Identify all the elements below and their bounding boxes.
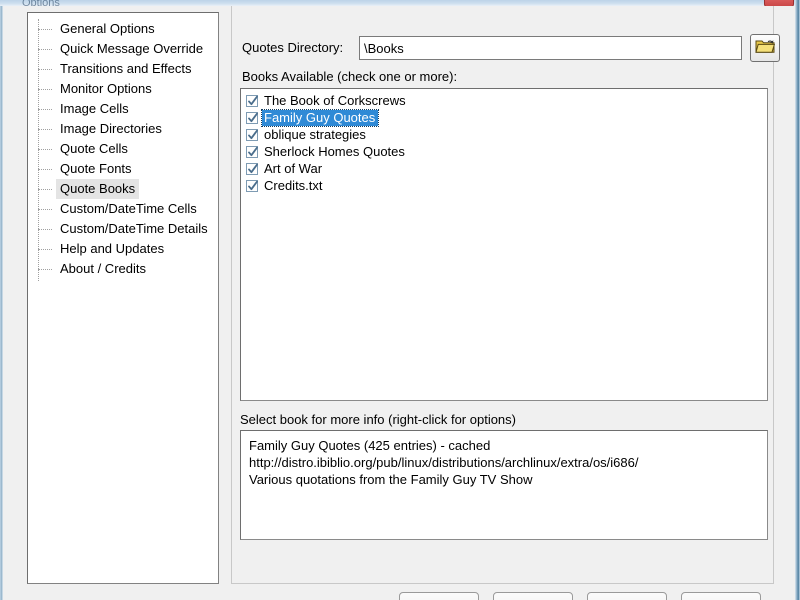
sidebar-item-image-cells[interactable]: Image Cells	[28, 99, 218, 119]
book-list-item[interactable]: The Book of Corkscrews	[241, 92, 767, 109]
tree-connector-icon	[38, 209, 52, 210]
sidebar-item-label: Transitions and Effects	[60, 61, 192, 76]
options-dialog-window: Options General Options Quick Message Ove…	[0, 0, 800, 600]
tree-connector-icon	[38, 229, 52, 230]
quotes-directory-row: Quotes Directory:	[242, 34, 780, 62]
tree-items-container: General Options Quick Message Override Tra…	[28, 13, 218, 281]
books-listbox[interactable]: The Book of Corkscrews Family Guy Quotes o…	[240, 88, 768, 401]
tree-connector-icon	[38, 89, 52, 90]
cancel-button[interactable]	[587, 592, 667, 600]
dialog-client-area: General Options Quick Message Override Tra…	[3, 6, 795, 600]
checkbox-checked-icon[interactable]	[246, 111, 258, 124]
sidebar-item-quote-cells[interactable]: Quote Cells	[28, 139, 218, 159]
sidebar-item-quote-books[interactable]: Quote Books	[28, 179, 218, 199]
sidebar-item-label: Quote Books	[56, 179, 140, 199]
quote-books-panel: Quotes Directory: Books Available (check…	[231, 6, 780, 584]
tree-connector-icon	[38, 49, 52, 50]
browse-folder-button[interactable]	[750, 34, 780, 62]
checkbox-checked-icon[interactable]	[246, 128, 258, 141]
dialog-button-bar	[3, 592, 795, 600]
sidebar-item-label: Custom/DateTime Details	[60, 221, 208, 236]
checkbox-checked-icon[interactable]	[246, 94, 258, 107]
book-info-line: Family Guy Quotes (425 entries) - cached	[249, 438, 491, 453]
sidebar-item-quick-message-override[interactable]: Quick Message Override	[28, 39, 218, 59]
book-list-item-label: The Book of Corkscrews	[264, 92, 406, 108]
checkbox-checked-icon[interactable]	[246, 145, 258, 158]
tree-connector-icon	[38, 189, 52, 190]
tree-connector-icon	[38, 149, 52, 150]
select-book-info-label: Select book for more info (right-click f…	[240, 412, 516, 427]
book-list-item-label: Sherlock Homes Quotes	[264, 143, 405, 159]
sidebar-item-custom-datetime-details[interactable]: Custom/DateTime Details	[28, 219, 218, 239]
sidebar-item-label: Quote Fonts	[60, 161, 132, 176]
sidebar-item-about-credits[interactable]: About / Credits	[28, 259, 218, 279]
checkbox-checked-icon[interactable]	[246, 162, 258, 175]
sidebar-item-label: Image Directories	[60, 121, 162, 136]
quotes-directory-input[interactable]	[359, 36, 742, 60]
sidebar-item-label: Monitor Options	[60, 81, 152, 96]
tree-connector-icon	[38, 269, 52, 270]
checkbox-checked-icon[interactable]	[246, 179, 258, 192]
book-list-item[interactable]: Art of War	[241, 160, 767, 177]
settings-nav-tree[interactable]: General Options Quick Message Override Tra…	[27, 12, 219, 584]
apply-button[interactable]	[493, 592, 573, 600]
sidebar-item-monitor-options[interactable]: Monitor Options	[28, 79, 218, 99]
tree-connector-icon	[38, 129, 52, 130]
quotes-directory-label: Quotes Directory:	[242, 40, 344, 55]
sidebar-item-label: Quote Cells	[60, 141, 128, 156]
book-list-item-label: Family Guy Quotes	[260, 108, 380, 127]
sidebar-item-general-options[interactable]: General Options	[28, 19, 218, 39]
sidebar-item-help-and-updates[interactable]: Help and Updates	[28, 239, 218, 259]
book-list-item-label: Credits.txt	[264, 177, 323, 193]
book-list-item[interactable]: Family Guy Quotes	[241, 108, 767, 127]
book-info-box[interactable]: Family Guy Quotes (425 entries) - cached…	[240, 430, 768, 540]
book-list-item-label: Art of War	[264, 160, 323, 176]
book-list-item[interactable]: Credits.txt	[241, 177, 767, 194]
sidebar-item-image-directories[interactable]: Image Directories	[28, 119, 218, 139]
book-info-line: Various quotations from the Family Guy T…	[249, 472, 533, 487]
sidebar-item-label: Help and Updates	[60, 241, 165, 256]
sidebar-item-custom-datetime-cells[interactable]: Custom/DateTime Cells	[28, 199, 218, 219]
tree-connector-icon	[38, 169, 52, 170]
books-available-label: Books Available (check one or more):	[242, 69, 458, 84]
tree-connector-icon	[38, 109, 52, 110]
sidebar-item-label: Quick Message Override	[60, 41, 204, 56]
tree-connector-icon	[38, 249, 52, 250]
open-folder-icon	[755, 37, 776, 59]
sidebar-item-label: General Options	[60, 21, 155, 36]
sidebar-item-quote-fonts[interactable]: Quote Fonts	[28, 159, 218, 179]
book-list-item[interactable]: Sherlock Homes Quotes	[241, 143, 767, 160]
book-list-item[interactable]: oblique strategies	[241, 126, 767, 143]
tree-connector-icon	[38, 29, 52, 30]
tree-connector-icon	[38, 69, 52, 70]
ok-button[interactable]	[399, 592, 479, 600]
window-border-right	[795, 0, 800, 600]
sidebar-item-label: Image Cells	[60, 101, 129, 116]
sidebar-item-label: Custom/DateTime Cells	[60, 201, 197, 216]
sidebar-item-label: About / Credits	[60, 261, 146, 276]
book-list-item-label: oblique strategies	[264, 126, 366, 142]
help-button[interactable]	[681, 592, 761, 600]
sidebar-item-transitions-and-effects[interactable]: Transitions and Effects	[28, 59, 218, 79]
book-info-line: http://distro.ibiblio.org/pub/linux/dist…	[249, 455, 639, 470]
